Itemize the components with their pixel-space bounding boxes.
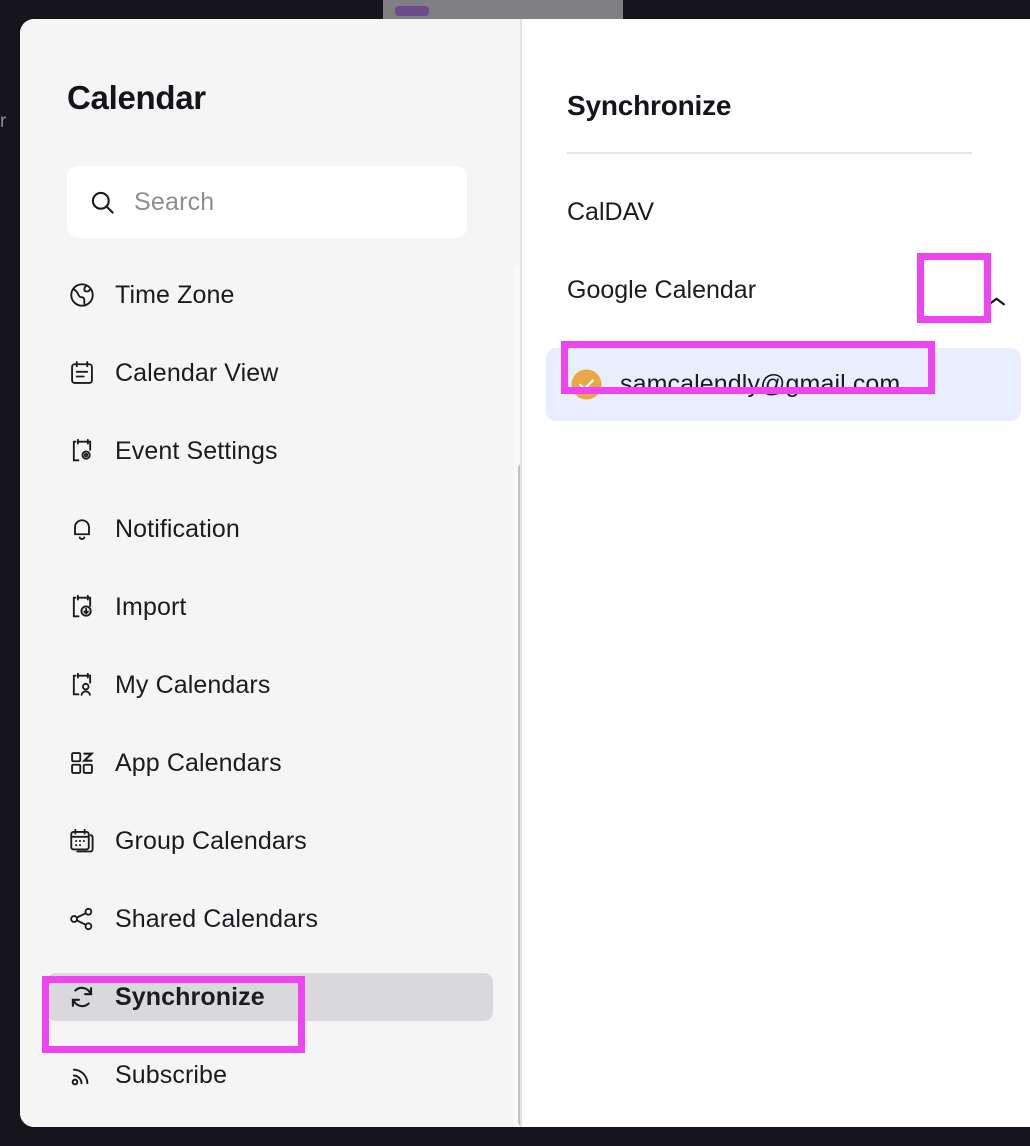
refresh-icon [67, 982, 97, 1012]
sidebar-item-label: Notification [115, 514, 240, 543]
calendar-download-icon [67, 592, 97, 622]
google-calendar-collapse-button[interactable] [972, 279, 1020, 323]
provider-label: CalDAV [567, 197, 655, 226]
detail-panel: Synchronize CalDAV Google Calendar samca… [522, 19, 1030, 1127]
sidebar-item-label: App Calendars [115, 748, 282, 777]
background-browser-tab[interactable] [383, 0, 623, 20]
check-circle-icon [571, 369, 602, 400]
globe-icon [67, 280, 97, 310]
sidebar-item-synchronize[interactable]: Synchronize [47, 973, 493, 1021]
sidebar-item-label: Event Settings [115, 436, 278, 465]
rss-icon [67, 1060, 97, 1090]
sidebar-item-my-calendars[interactable]: My Calendars [47, 661, 493, 709]
search-input[interactable]: Search [67, 166, 467, 238]
provider-row-caldav[interactable]: CalDAV [567, 189, 997, 235]
detail-title: Synchronize [567, 90, 732, 121]
page-title: Calendar [67, 79, 206, 116]
sidebar-item-label: Shared Calendars [115, 904, 319, 933]
sidebar-item-label: Time Zone [115, 280, 235, 309]
sidebar-item-label: My Calendars [115, 670, 271, 699]
account-email-label: samcalendly@gmail.com [620, 370, 901, 398]
sidebar-item-label: Calendar View [115, 358, 279, 387]
calendar-settings-window: Calendar Search Time Zone Calendar View … [20, 19, 1030, 1127]
sidebar-item-label: Import [115, 592, 187, 621]
sidebar-item-event-settings[interactable]: Event Settings [47, 427, 493, 475]
sidebar-item-subscribe[interactable]: Subscribe [47, 1051, 493, 1099]
screen: r Calendar Search Time Zone Calendar Vie… [0, 0, 1030, 1146]
offscreen-text-fragment: r [0, 112, 7, 131]
calendar-stack-icon [67, 826, 97, 856]
sidebar-item-label: Synchronize [115, 982, 265, 1011]
calendar-gear-icon [67, 436, 97, 466]
sidebar-item-time-zone[interactable]: Time Zone [47, 271, 493, 319]
sidebar-item-notification[interactable]: Notification [47, 505, 493, 553]
sidebar-item-calendar-view[interactable]: Calendar View [47, 349, 493, 397]
chevron-up-icon [987, 297, 1005, 305]
search-icon [89, 189, 116, 216]
sidebar-item-import[interactable]: Import [47, 583, 493, 631]
share-nodes-icon [67, 904, 97, 934]
sidebar-item-label: Subscribe [115, 1060, 228, 1089]
account-row[interactable]: samcalendly@gmail.com [546, 348, 1021, 421]
calendar-user-icon [67, 670, 97, 700]
provider-label: Google Calendar [567, 275, 757, 304]
sidebar-item-shared-calendars[interactable]: Shared Calendars [47, 895, 493, 943]
apps-grid-icon [67, 748, 97, 778]
calendar-list-icon [67, 358, 97, 388]
bell-icon [67, 514, 97, 544]
detail-title-rule [567, 152, 972, 154]
sidebar-item-group-calendars[interactable]: Group Calendars [47, 817, 493, 865]
sidebar-item-label: Group Calendars [115, 826, 307, 855]
sidebar-item-app-calendars[interactable]: App Calendars [47, 739, 493, 787]
sidebar-nav: Time Zone Calendar View Event Settings N… [20, 271, 520, 1099]
provider-row-google-calendar[interactable]: Google Calendar [567, 267, 1020, 323]
settings-sidebar: Calendar Search Time Zone Calendar View … [20, 19, 531, 1127]
search-placeholder: Search [134, 187, 215, 216]
